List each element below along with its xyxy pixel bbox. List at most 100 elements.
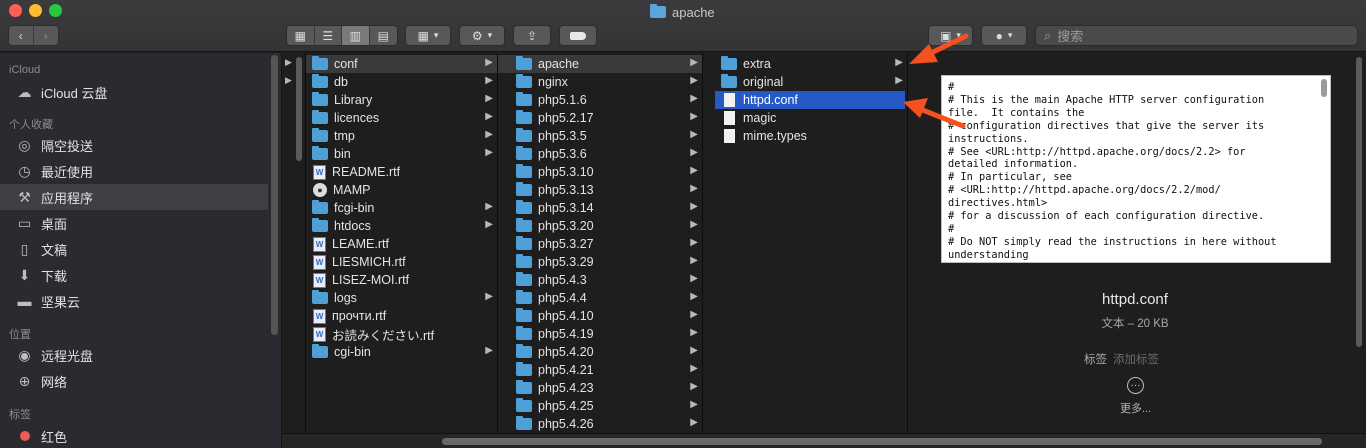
- sidebar-item-desktop[interactable]: ▭ 桌面: [0, 210, 268, 236]
- list-item[interactable]: db ▶: [306, 73, 497, 91]
- sidebar-item-recents[interactable]: ◷ 最近使用: [0, 158, 268, 184]
- list-item[interactable]: ● MAMP: [306, 181, 497, 199]
- minimize-window-button[interactable]: [29, 4, 42, 17]
- chevron-right-icon: ▶: [690, 75, 698, 86]
- icon-view-button[interactable]: ▦: [287, 26, 315, 45]
- list-item[interactable]: W お読みください.rtf: [306, 325, 497, 343]
- list-item-selected[interactable]: httpd.conf: [715, 91, 905, 109]
- chevron-right-icon: ▶: [485, 93, 493, 104]
- list-item[interactable]: php5.4.20 ▶: [498, 343, 702, 361]
- list-item[interactable]: php5.3.5 ▶: [498, 127, 702, 145]
- horizontal-scrollbar-thumb[interactable]: [442, 438, 1322, 445]
- list-item[interactable]: magic: [703, 109, 907, 127]
- list-item[interactable]: W LEAME.rtf: [306, 235, 497, 253]
- list-item[interactable]: php5.3.29 ▶: [498, 253, 702, 271]
- item-label: php5.4.21: [538, 363, 594, 377]
- column-conf: apache ▶ nginx ▶ php5.1.6 ▶ php5.2.17 ▶ php5…: [498, 53, 703, 433]
- group-menu-button[interactable]: ▦ ▾: [405, 25, 451, 46]
- sidebar-item-tag-red[interactable]: 红色: [0, 423, 268, 448]
- search-placeholder: 搜索: [1057, 29, 1084, 44]
- sidebar-item-applications[interactable]: ⚒ 应用程序: [0, 184, 268, 210]
- dropbox-menu-button[interactable]: ▣ ▾: [928, 25, 973, 46]
- folder-icon: [312, 128, 328, 142]
- list-item[interactable]: apache ▶: [498, 55, 702, 73]
- horizontal-scrollbar[interactable]: [282, 433, 1366, 448]
- sidebar-section-icloud: iCloud: [9, 64, 41, 76]
- list-item[interactable]: php5.4.25 ▶: [498, 397, 702, 415]
- add-tags-field[interactable]: 添加标签: [1113, 354, 1159, 366]
- list-item[interactable]: php5.4.4 ▶: [498, 289, 702, 307]
- sidebar-item-documents[interactable]: ▯ 文稿: [0, 236, 268, 262]
- list-item[interactable]: original ▶: [703, 73, 907, 91]
- list-item[interactable]: php5.3.14 ▶: [498, 199, 702, 217]
- action-menu-button[interactable]: ⚙ ▾: [459, 25, 505, 46]
- columns-icon: ▥: [349, 28, 361, 43]
- sidebar-item-icloud-drive[interactable]: ☁ iCloud 云盘: [0, 79, 268, 105]
- preview-scrollbar[interactable]: [1321, 79, 1327, 97]
- search-field[interactable]: ⌕ 搜索: [1035, 25, 1358, 46]
- list-item[interactable]: php5.3.13 ▶: [498, 181, 702, 199]
- item-label: conf: [334, 57, 358, 71]
- list-item[interactable]: nginx ▶: [498, 73, 702, 91]
- list-item[interactable]: php5.4.3 ▶: [498, 271, 702, 289]
- sidebar-item-network[interactable]: ⊕ 网络: [0, 368, 268, 394]
- tags-button[interactable]: [559, 25, 597, 46]
- sidebar-item-remote-disc[interactable]: ◉ 远程光盘: [0, 342, 268, 368]
- list-item[interactable]: php5.4.26 ▶: [498, 415, 702, 433]
- list-item[interactable]: W LIESMICH.rtf: [306, 253, 497, 271]
- gallery-view-button[interactable]: ▤: [370, 26, 397, 45]
- column-parent-stub: ▶ ▶: [283, 53, 306, 433]
- column-view-button[interactable]: ▥: [342, 26, 370, 45]
- list-item[interactable]: Library ▶: [306, 91, 497, 109]
- list-item[interactable]: php5.1.6 ▶: [498, 91, 702, 109]
- list-item[interactable]: php5.4.19 ▶: [498, 325, 702, 343]
- share-button[interactable]: ⇪: [513, 25, 551, 46]
- more-icon[interactable]: ···: [1127, 377, 1144, 394]
- list-item[interactable]: php5.4.10 ▶: [498, 307, 702, 325]
- chevron-left-icon: ‹: [18, 28, 23, 43]
- folder-icon: [516, 146, 532, 160]
- list-item[interactable]: php5.4.23 ▶: [498, 379, 702, 397]
- desktop-icon: ▭: [17, 214, 32, 231]
- close-window-button[interactable]: [9, 4, 22, 17]
- sidebar-item-airdrop[interactable]: ◎ 隔空投送: [0, 132, 268, 158]
- sidebar-item-jianguoyun[interactable]: ▬ 坚果云: [0, 288, 268, 314]
- list-item[interactable]: php5.3.6 ▶: [498, 145, 702, 163]
- list-item[interactable]: Wпрочти.rtf: [306, 307, 497, 325]
- list-item[interactable]: W LISEZ-MOI.rtf: [306, 271, 497, 289]
- sidebar-item-downloads[interactable]: ⬇ 下载: [0, 262, 268, 288]
- list-item[interactable]: php5.3.10 ▶: [498, 163, 702, 181]
- folder-icon: [516, 380, 532, 394]
- more-button[interactable]: 更多...: [1120, 400, 1151, 416]
- list-item[interactable]: php5.4.21 ▶: [498, 361, 702, 379]
- preview-file-meta: 文本 – 20 KB: [1101, 318, 1169, 330]
- list-item[interactable]: tmp ▶: [306, 127, 497, 145]
- file-content-preview[interactable]: # # This is the main Apache HTTP server …: [941, 75, 1331, 263]
- list-item[interactable]: logs ▶: [306, 289, 497, 307]
- list-item[interactable]: php5.3.20 ▶: [498, 217, 702, 235]
- list-item[interactable]: cgi-bin ▶: [306, 343, 497, 361]
- column-scrollbar[interactable]: [296, 57, 302, 161]
- sidebar-scrollbar[interactable]: [271, 55, 278, 335]
- forward-button[interactable]: ›: [34, 26, 58, 45]
- list-item[interactable]: conf ▶: [306, 55, 497, 73]
- back-forward-control: ‹ ›: [8, 25, 59, 46]
- list-view-button[interactable]: ☰: [315, 26, 342, 45]
- preview-pane-scrollbar[interactable]: [1356, 57, 1362, 347]
- extension-menu-button[interactable]: ● ▾: [981, 25, 1027, 46]
- list-item[interactable]: W README.rtf: [306, 163, 497, 181]
- item-label: apache: [538, 57, 580, 71]
- list-item[interactable]: mime.types: [703, 127, 907, 145]
- list-item[interactable]: extra ▶: [703, 55, 907, 73]
- folder-icon: [312, 344, 328, 358]
- list-item[interactable]: fcgi-bin ▶: [306, 199, 497, 217]
- list-item[interactable]: htdocs ▶: [306, 217, 497, 235]
- zoom-window-button[interactable]: [49, 4, 62, 17]
- list-item[interactable]: php5.3.27 ▶: [498, 235, 702, 253]
- list-item[interactable]: licences ▶: [306, 109, 497, 127]
- list-item[interactable]: bin ▶: [306, 145, 497, 163]
- back-button[interactable]: ‹: [9, 26, 34, 45]
- list-item[interactable]: php5.2.17 ▶: [498, 109, 702, 127]
- chevron-right-icon: ▶: [690, 363, 698, 374]
- folder-icon: ▬: [17, 293, 32, 309]
